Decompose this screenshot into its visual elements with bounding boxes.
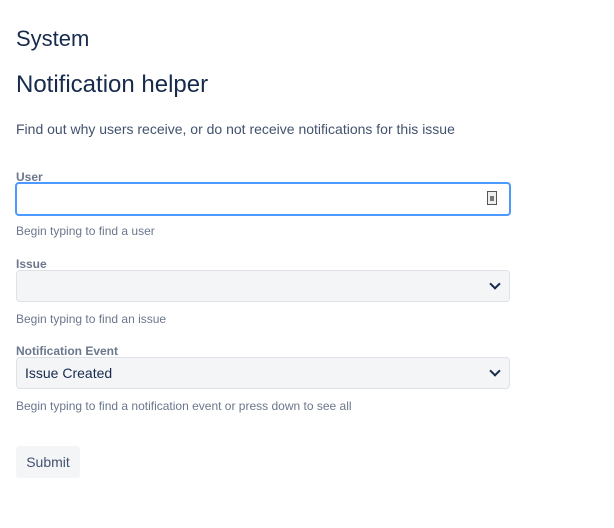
page-description: Find out why users receive, or do not re… bbox=[16, 121, 455, 137]
user-help: Begin typing to find a user bbox=[16, 224, 155, 238]
event-value: Issue Created bbox=[25, 365, 113, 381]
issue-label: Issue bbox=[16, 257, 47, 271]
user-picker-icon[interactable] bbox=[487, 191, 497, 205]
chevron-down-icon bbox=[489, 365, 501, 377]
user-input[interactable] bbox=[15, 182, 511, 216]
section-title: System bbox=[16, 26, 90, 51]
chevron-down-icon bbox=[489, 278, 501, 290]
page-title: Notification helper bbox=[16, 71, 209, 98]
issue-help: Begin typing to find an issue bbox=[16, 312, 167, 326]
event-help: Begin typing to find a notification even… bbox=[16, 399, 352, 413]
submit-button[interactable]: Submit bbox=[16, 446, 80, 478]
event-label: Notification Event bbox=[16, 344, 119, 358]
event-select[interactable]: Issue Created bbox=[16, 357, 510, 389]
issue-select[interactable] bbox=[16, 270, 510, 302]
